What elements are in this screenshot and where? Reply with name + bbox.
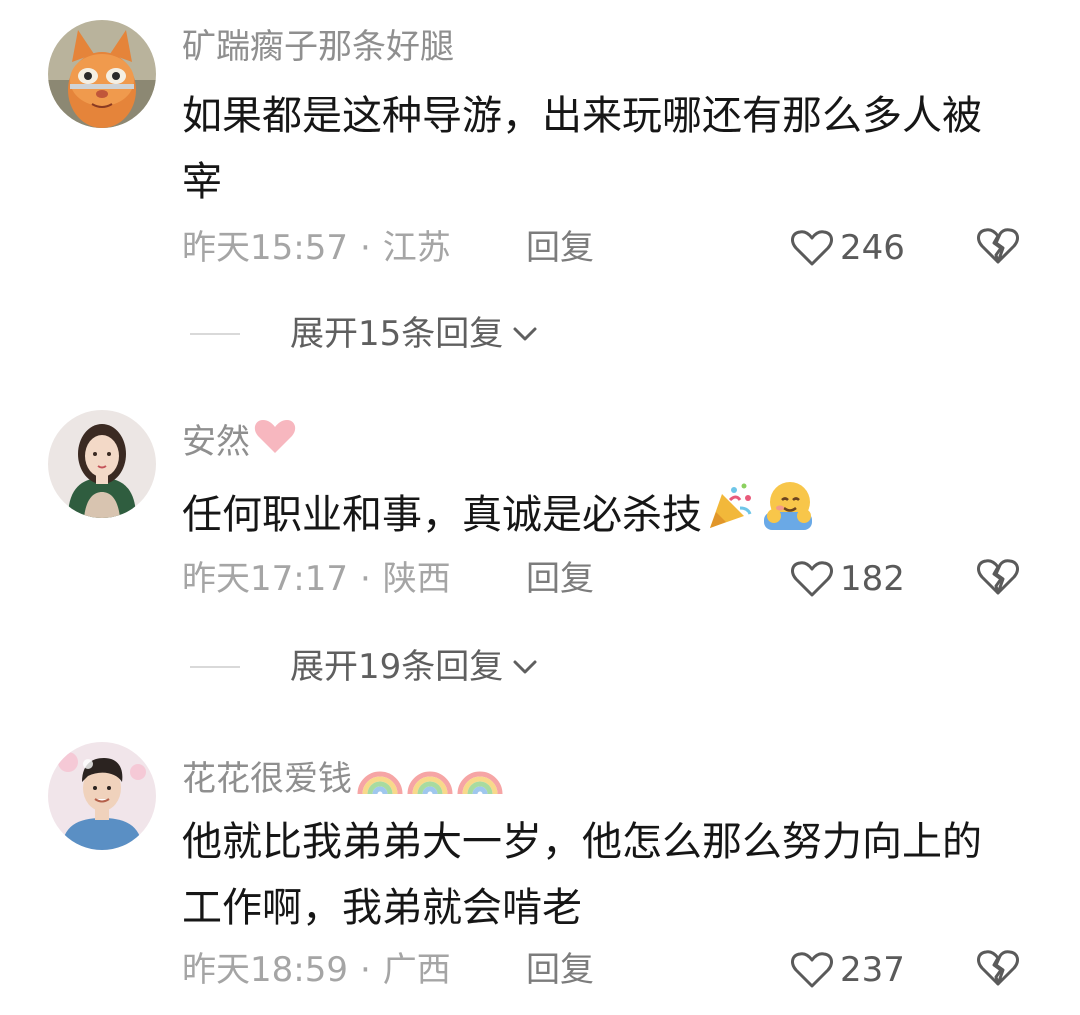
avatar[interactable] <box>48 20 156 128</box>
comment-time: 昨天17:17 <box>182 559 348 599</box>
reply-button[interactable]: 回复 <box>526 950 594 990</box>
heart-outline-icon <box>791 952 833 988</box>
username[interactable]: 安然 <box>182 417 298 466</box>
divider-line <box>190 333 240 335</box>
dislike-button[interactable] <box>976 946 1020 994</box>
comment-meta: 昨天15:57 · 江苏 <box>182 228 451 268</box>
comment-meta: 昨天18:59 · 广西 <box>182 950 451 990</box>
username-text: 矿踹瘸子那条好腿 <box>182 27 454 67</box>
comment-time: 昨天18:59 <box>182 950 348 990</box>
separator-dot: · <box>359 228 371 268</box>
comment-body: 如果都是这种导游，出来玩哪还有那么多人被宰 <box>182 93 982 205</box>
comment-text: 任何职业和事，真诚是必杀技 <box>182 478 1002 552</box>
comment-body: 他就比我弟弟大一岁，他怎么那么努力向上的工作啊，我弟就会啃老 <box>182 819 982 931</box>
expand-replies-button[interactable]: 展开15条回复 <box>190 314 539 354</box>
pink-heart-icon <box>252 417 298 466</box>
username[interactable]: 花花很爱钱 <box>182 752 504 805</box>
rainbow-icon <box>406 752 454 805</box>
broken-heart-icon <box>977 950 1019 986</box>
avatar[interactable] <box>48 410 156 518</box>
rainbow-icon <box>356 752 404 805</box>
comment-location: 广西 <box>382 950 451 990</box>
rainbow-icon <box>456 752 504 805</box>
heart-outline-icon <box>791 230 833 266</box>
comment-location: 江苏 <box>382 228 451 268</box>
young-man-portrait-avatar-icon <box>48 742 156 850</box>
broken-heart-icon <box>977 559 1019 595</box>
comment-text: 如果都是这种导游，出来玩哪还有那么多人被宰 <box>182 83 1002 215</box>
reply-button[interactable]: 回复 <box>526 559 594 599</box>
comment-text: 他就比我弟弟大一岁，他怎么那么努力向上的工作啊，我弟就会啃老 <box>182 809 1002 941</box>
chevron-down-icon <box>513 327 537 341</box>
username[interactable]: 矿踹瘸子那条好腿 <box>182 27 454 67</box>
like-count: 237 <box>840 950 905 990</box>
comment-meta: 昨天17:17 · 陕西 <box>182 559 451 599</box>
hugging-face-icon <box>760 478 816 552</box>
comment-body: 任何职业和事，真诚是必杀技 <box>182 492 702 538</box>
username-text: 花花很爱钱 <box>182 758 352 799</box>
reply-button[interactable]: 回复 <box>526 228 594 268</box>
woman-portrait-avatar-icon <box>48 410 156 518</box>
expand-replies-button[interactable]: 展开19条回复 <box>190 647 539 687</box>
like-button[interactable]: 246 <box>790 228 905 268</box>
avatar[interactable] <box>48 742 156 850</box>
like-count: 246 <box>840 228 905 268</box>
heart-outline-icon <box>791 561 833 597</box>
username-text: 安然 <box>182 421 250 462</box>
comment-time: 昨天15:57 <box>182 228 348 268</box>
dislike-button[interactable] <box>976 224 1020 272</box>
broken-heart-icon <box>977 228 1019 264</box>
separator-dot: · <box>359 950 371 990</box>
party-popper-icon <box>704 478 758 552</box>
orange-cat-avatar-icon <box>48 20 156 128</box>
chevron-down-icon <box>513 660 537 674</box>
expand-replies-label: 展开15条回复 <box>290 314 504 354</box>
comment-location: 陕西 <box>382 559 451 599</box>
comment-item: 花花很爱钱 他就比我弟弟大一岁，他怎么那么努力向上的工作啊，我弟就会啃老 昨天1… <box>0 722 1080 1015</box>
divider-line <box>190 666 240 668</box>
like-count: 182 <box>840 559 905 599</box>
dislike-button[interactable] <box>976 555 1020 603</box>
like-button[interactable]: 237 <box>790 950 905 990</box>
expand-replies-label: 展开19条回复 <box>290 647 504 687</box>
separator-dot: · <box>359 559 371 599</box>
comment-item: 安然 任何职业和事，真诚是必杀技 昨天17:17 · 陕西 回复 182 展开1… <box>0 390 1080 720</box>
comment-item: 矿踹瘸子那条好腿 如果都是这种导游，出来玩哪还有那么多人被宰 昨天15:57 · 江… <box>0 0 1080 380</box>
like-button[interactable]: 182 <box>790 559 905 599</box>
